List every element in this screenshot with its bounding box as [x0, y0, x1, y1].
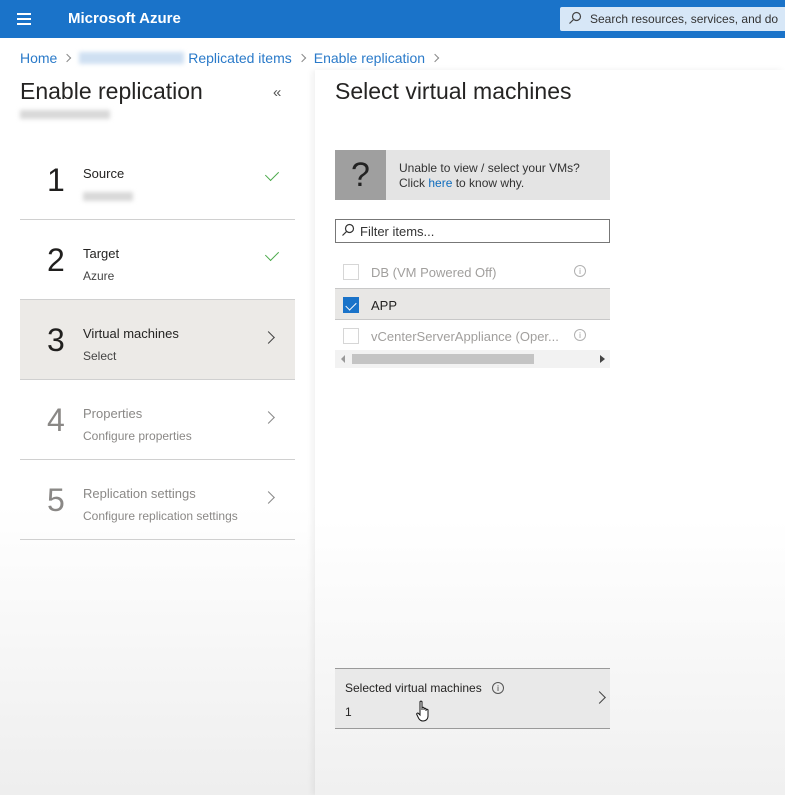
chevron-right-icon — [262, 331, 275, 344]
chevron-right-icon — [262, 411, 275, 424]
step-title: Virtual machines — [83, 326, 179, 341]
step-number: 5 — [47, 482, 65, 518]
step-number: 3 — [47, 322, 65, 358]
wizard-step-virtual-machines[interactable]: 3 Virtual machines Select — [20, 300, 295, 380]
search-icon — [569, 11, 582, 24]
select-vms-blade: Select virtual machines ? Unable to view… — [315, 70, 785, 795]
filter-input[interactable] — [360, 223, 600, 239]
checkmark-icon — [264, 246, 280, 262]
step-subtitle: Configure replication settings — [83, 509, 238, 523]
vm-name: vCenterServerAppliance (Oper... — [371, 329, 559, 344]
vm-row-app[interactable]: APP — [335, 288, 610, 320]
chevron-right-icon — [593, 691, 606, 704]
hand-cursor-icon — [416, 700, 429, 722]
info-icon[interactable]: i — [574, 265, 586, 277]
step-number: 2 — [47, 242, 65, 278]
vm-row-db: DB (VM Powered Off) i — [335, 256, 610, 288]
vm-checkbox — [343, 264, 359, 280]
wizard-step-source[interactable]: 1 Source — [20, 140, 295, 220]
breadcrumb-replicated-items[interactable]: Replicated items — [188, 50, 292, 66]
step-subtitle: Configure properties — [83, 429, 192, 443]
collapse-icon[interactable]: « — [273, 84, 281, 101]
selected-vms-label: Selected virtual machines — [345, 681, 482, 695]
help-prefix: Click — [399, 176, 429, 190]
selected-vms-count: 1 — [345, 705, 352, 719]
breadcrumb-home[interactable]: Home — [20, 50, 57, 66]
breadcrumb-vault-redacted[interactable] — [79, 52, 185, 64]
info-icon[interactable]: i — [492, 682, 504, 694]
step-number: 4 — [47, 402, 65, 438]
step-subtitle: Select — [83, 349, 117, 363]
help-link[interactable]: here — [428, 176, 452, 190]
chevron-right-icon — [297, 53, 306, 63]
checkmark-icon — [264, 166, 280, 182]
blade-title: Select virtual machines — [335, 78, 572, 104]
global-search[interactable]: Search resources, services, and do — [560, 7, 785, 31]
filter-box[interactable] — [335, 219, 610, 243]
breadcrumb-enable-replication[interactable]: Enable replication — [314, 50, 425, 66]
wizard-panel: Enable replication « 1 Source 2 Target A… — [0, 70, 315, 795]
question-icon: ? — [335, 150, 386, 200]
chevron-right-icon — [262, 491, 275, 504]
vault-name-redacted — [20, 110, 110, 119]
step-number: 1 — [47, 162, 65, 198]
vm-name[interactable]: APP — [371, 298, 397, 313]
step-title: Properties — [83, 406, 143, 421]
chevron-right-icon — [63, 53, 72, 63]
vm-checkbox[interactable] — [343, 297, 359, 313]
top-bar: Microsoft Azure Search resources, servic… — [0, 0, 785, 38]
menu-icon[interactable] — [17, 13, 31, 25]
vm-row-vcenter: vCenterServerAppliance (Oper... i — [335, 320, 610, 352]
help-text-link-line: Click here to know why. — [399, 176, 524, 190]
scroll-right-icon[interactable] — [600, 355, 605, 363]
brand-title[interactable]: Microsoft Azure — [68, 10, 181, 27]
step-title: Target — [83, 246, 120, 261]
wizard-step-properties[interactable]: 4 Properties Configure properties — [20, 380, 295, 460]
help-suffix: to know why. — [452, 176, 525, 190]
search-placeholder[interactable]: Search resources, services, and do — [590, 12, 778, 26]
info-icon[interactable]: i — [574, 329, 586, 341]
horizontal-scrollbar[interactable] — [335, 350, 610, 368]
help-banner: ? Unable to view / select your VMs? Clic… — [335, 150, 610, 200]
selected-vms-summary[interactable]: Selected virtual machines i 1 — [335, 668, 610, 729]
vm-checkbox — [343, 328, 359, 344]
search-icon — [342, 223, 355, 236]
chevron-right-icon — [430, 53, 440, 63]
step-subtitle: Azure — [83, 269, 115, 283]
vm-name: DB (VM Powered Off) — [371, 265, 497, 280]
wizard-step-target[interactable]: 2 Target Azure — [20, 220, 295, 300]
scroll-left-icon[interactable] — [341, 355, 345, 363]
wizard-step-replication-settings[interactable]: 5 Replication settings Configure replica… — [20, 460, 295, 540]
step-title: Replication settings — [83, 486, 196, 501]
scrollbar-thumb[interactable] — [352, 354, 534, 364]
step-subtitle-redacted — [83, 192, 133, 201]
help-text: Unable to view / select your VMs? — [399, 161, 580, 175]
page-title: Enable replication — [20, 78, 203, 104]
breadcrumb: Home Replicated items Enable replication — [20, 50, 447, 66]
step-title: Source — [83, 166, 125, 181]
